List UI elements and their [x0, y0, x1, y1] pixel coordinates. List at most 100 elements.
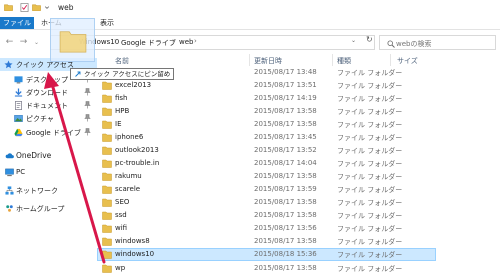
navigation-pane: クイック アクセス デスクトップ ダウンロード ドキュメント ピクチャ Goog…: [0, 56, 97, 280]
drop-tooltip: クイック アクセスにピン留め: [70, 68, 175, 80]
nav-item-label: PC: [16, 168, 26, 176]
column-divider[interactable]: [332, 54, 333, 66]
nav-item-label: ホームグループ: [16, 205, 65, 213]
breadcrumb-google-drive[interactable]: Google ドライブ: [121, 38, 176, 48]
file-name: scarele: [115, 185, 141, 193]
breadcrumb-separator-icon[interactable]: ›: [172, 37, 175, 45]
file-name: wp: [115, 264, 126, 272]
search-input[interactable]: [379, 35, 496, 50]
column-header-date[interactable]: 更新日時: [254, 56, 282, 66]
breadcrumb-separator-icon[interactable]: ›: [194, 37, 197, 45]
column-header-name[interactable]: 名前: [115, 56, 129, 66]
folder-icon: [102, 250, 112, 259]
folder-icon: [102, 107, 112, 116]
nav-item-pictures[interactable]: ピクチャ: [0, 112, 97, 125]
file-date: 2015/08/17 13:59: [254, 185, 317, 193]
column-divider[interactable]: [249, 54, 250, 66]
recent-locations-chevron-icon[interactable]: ⌄: [31, 37, 42, 48]
file-date: 2015/08/17 13:58: [254, 172, 317, 180]
file-date: 2015/08/17 13:48: [254, 68, 317, 76]
documents-icon: [15, 101, 22, 110]
column-header-size[interactable]: サイズ: [397, 56, 418, 66]
pin-icon: [84, 101, 91, 109]
file-row[interactable]: fish 2015/08/17 14:19 ファイル フォルダー: [97, 92, 436, 105]
file-date: 2015/08/18 15:36: [254, 250, 317, 258]
file-row[interactable]: HPB 2015/08/17 13:58 ファイル フォルダー: [97, 105, 436, 118]
refresh-icon[interactable]: ↻: [366, 36, 375, 44]
file-row[interactable]: outlook2013 2015/08/17 13:52 ファイル フォルダー: [97, 144, 436, 157]
column-divider[interactable]: [390, 54, 391, 66]
address-history-chevron-icon[interactable]: ⌄: [351, 37, 356, 44]
file-type: ファイル フォルダー: [337, 82, 403, 90]
file-name: HPB: [115, 107, 130, 115]
nav-item-label: デスクトップ: [26, 76, 68, 84]
link-arrow-icon: [75, 71, 81, 77]
file-name: SEO: [115, 198, 130, 206]
file-row[interactable]: excel2013 2015/08/17 13:51 ファイル フォルダー: [97, 79, 436, 92]
nav-item-label: ダウンロード: [26, 89, 68, 97]
nav-item-network[interactable]: ネットワーク: [0, 184, 97, 197]
column-headers: 名前 更新日時 種類 サイズ: [97, 54, 500, 66]
file-date: 2015/08/17 13:58: [254, 120, 317, 128]
tab-file[interactable]: ファイル: [0, 17, 34, 29]
folder-icon: [102, 198, 112, 207]
column-header-type[interactable]: 種類: [337, 56, 351, 66]
file-type: ファイル フォルダー: [337, 147, 403, 155]
folder-icon: [102, 133, 112, 142]
file-date: 2015/08/17 13:58: [254, 237, 317, 245]
file-name: ssd: [115, 211, 127, 219]
quick-access-toolbar-dropdown-icon[interactable]: [44, 3, 50, 12]
file-row[interactable]: pc-trouble.in 2015/08/17 14:04 ファイル フォルダ…: [97, 157, 436, 170]
file-row[interactable]: ssd 2015/08/17 13:58 ファイル フォルダー: [97, 209, 436, 222]
breadcrumb-web[interactable]: web: [179, 38, 193, 46]
nav-item-pc[interactable]: PC: [0, 166, 97, 179]
file-row[interactable]: wp 2015/08/17 13:58 ファイル フォルダー: [97, 262, 436, 275]
folder-icon: [102, 264, 112, 273]
nav-item-google-drive[interactable]: Google ドライブ: [0, 126, 97, 139]
folder-icon: [102, 224, 112, 233]
address-bar[interactable]: Windows10 › Google ドライブ › web › ⌄: [50, 35, 375, 50]
file-row[interactable]: windows8 2015/08/17 13:58 ファイル フォルダー: [97, 235, 436, 248]
file-row[interactable]: SEO 2015/08/17 13:58 ファイル フォルダー: [97, 196, 436, 209]
file-type: ファイル フォルダー: [337, 134, 403, 142]
pictures-icon: [14, 115, 23, 122]
file-row[interactable]: iphone6 2015/08/17 13:45 ファイル フォルダー: [97, 131, 436, 144]
folder-icon: [102, 185, 112, 194]
nav-item-documents[interactable]: ドキュメント: [0, 99, 97, 112]
nav-item-downloads[interactable]: ダウンロード: [0, 86, 97, 99]
file-row-selected[interactable]: windows10 2015/08/18 15:36 ファイル フォルダー: [97, 248, 436, 261]
pin-icon: [84, 88, 91, 96]
folder-icon: [4, 4, 13, 11]
forward-arrow-icon[interactable]: →: [18, 37, 29, 48]
folder-icon: [59, 31, 87, 53]
file-type: ファイル フォルダー: [337, 95, 403, 103]
file-row[interactable]: scarele 2015/08/17 13:59 ファイル フォルダー: [97, 183, 436, 196]
nav-item-label: Google ドライブ: [26, 129, 81, 137]
new-folder-icon[interactable]: [32, 3, 41, 12]
pin-icon: [84, 128, 91, 136]
back-arrow-icon[interactable]: ←: [4, 37, 15, 48]
pc-icon: [5, 168, 14, 177]
file-name: IE: [115, 120, 122, 128]
file-type: ファイル フォルダー: [337, 160, 403, 168]
file-row[interactable]: wifi 2015/08/17 13:56 ファイル フォルダー: [97, 222, 436, 235]
properties-icon[interactable]: [20, 3, 29, 12]
pin-icon: [84, 114, 91, 122]
file-row[interactable]: rakumu 2015/08/17 13:58 ファイル フォルダー: [97, 170, 436, 183]
file-date: 2015/08/17 13:56: [254, 224, 317, 232]
nav-item-onedrive[interactable]: OneDrive: [0, 149, 97, 162]
folder-icon: [102, 146, 112, 155]
folder-icon: [102, 94, 112, 103]
folder-icon: [102, 120, 112, 129]
file-date: 2015/08/17 14:19: [254, 94, 317, 102]
folder-icon: [102, 159, 112, 168]
nav-item-label: ネットワーク: [16, 187, 58, 195]
file-type: ファイル フォルダー: [337, 186, 403, 194]
nav-item-homegroup[interactable]: ホームグループ: [0, 202, 97, 215]
breadcrumb-separator-icon[interactable]: ›: [114, 37, 117, 45]
folder-icon: [102, 237, 112, 246]
file-name: rakumu: [115, 172, 142, 180]
file-row[interactable]: IE 2015/08/17 13:58 ファイル フォルダー: [97, 118, 436, 131]
tab-view[interactable]: 表示: [95, 17, 119, 29]
drag-preview: [50, 18, 95, 62]
